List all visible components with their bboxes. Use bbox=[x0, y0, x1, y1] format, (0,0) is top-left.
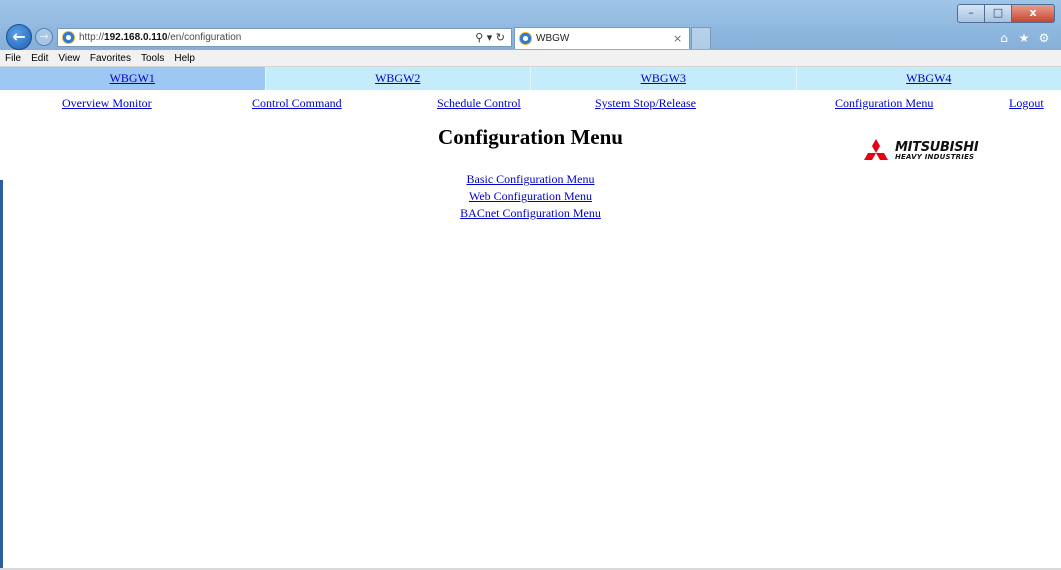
window-controls: – □ x bbox=[957, 4, 1055, 23]
tab-wbgw1[interactable]: WBGW1 bbox=[0, 67, 266, 90]
tab-title: WBGW bbox=[536, 33, 570, 44]
address-bar[interactable]: http://192.168.0.110/en/configuration ⚲ … bbox=[57, 28, 512, 47]
menu-file[interactable]: File bbox=[0, 53, 25, 64]
new-tab-button[interactable] bbox=[691, 27, 711, 49]
tab-wbgw3[interactable]: WBGW3 bbox=[531, 67, 797, 90]
mitsubishi-logo: MITSUBISHI HEAVY INDUSTRIES bbox=[861, 139, 991, 163]
nav-control-command[interactable]: Control Command bbox=[252, 96, 342, 111]
refresh-icon[interactable]: ↻ bbox=[496, 31, 505, 44]
dropdown-icon[interactable]: ▾ bbox=[487, 31, 493, 44]
menu-bar: File Edit View Favorites Tools Help bbox=[0, 50, 1061, 67]
star-icon[interactable]: ★ bbox=[1017, 31, 1031, 45]
back-arrow-icon[interactable]: ← bbox=[6, 24, 32, 50]
tab-close-icon[interactable]: × bbox=[673, 32, 689, 45]
nav-configuration-menu[interactable]: Configuration Menu bbox=[835, 96, 933, 111]
nav-schedule-control[interactable]: Schedule Control bbox=[437, 96, 521, 111]
web-configuration-link[interactable]: Web Configuration Menu bbox=[0, 188, 1061, 205]
bacnet-configuration-link[interactable]: BACnet Configuration Menu bbox=[0, 205, 1061, 222]
menu-help[interactable]: Help bbox=[168, 53, 199, 64]
logo-subtitle: HEAVY INDUSTRIES bbox=[895, 153, 975, 161]
browser-chrome: – □ x ← → http://192.168.0.110/en/config… bbox=[0, 0, 1061, 50]
ie-icon bbox=[62, 31, 75, 44]
browser-tab[interactable]: WBGW × bbox=[514, 27, 690, 49]
minimize-button[interactable]: – bbox=[957, 4, 985, 23]
tab-wbgw2[interactable]: WBGW2 bbox=[265, 67, 531, 90]
menu-tools[interactable]: Tools bbox=[135, 53, 168, 64]
nav-logout[interactable]: Logout bbox=[1009, 96, 1044, 111]
search-icon[interactable]: ⚲ bbox=[475, 31, 483, 44]
window-left-edge bbox=[0, 180, 3, 570]
gear-icon[interactable]: ⚙ bbox=[1037, 31, 1051, 45]
address-url[interactable]: http://192.168.0.110/en/configuration bbox=[79, 32, 461, 43]
close-button[interactable]: x bbox=[1012, 4, 1055, 23]
tab-wbgw4[interactable]: WBGW4 bbox=[796, 67, 1061, 90]
address-actions: ⚲ ▾ ↻ bbox=[461, 31, 511, 44]
forward-arrow-icon[interactable]: → bbox=[35, 28, 53, 46]
nav-overview-monitor[interactable]: Overview Monitor bbox=[62, 96, 152, 111]
menu-edit[interactable]: Edit bbox=[25, 53, 52, 64]
home-icon[interactable]: ⌂ bbox=[997, 31, 1011, 45]
nav-system-stop-release[interactable]: System Stop/Release bbox=[595, 96, 696, 111]
configuration-links: Basic Configuration Menu Web Configurati… bbox=[0, 171, 1061, 222]
page-content: WBGW1 WBGW2 WBGW3 WBGW4 Overview Monitor… bbox=[0, 67, 1061, 570]
basic-configuration-link[interactable]: Basic Configuration Menu bbox=[0, 171, 1061, 188]
menu-view[interactable]: View bbox=[52, 53, 84, 64]
main-nav: Overview Monitor Control Command Schedul… bbox=[0, 90, 1061, 110]
maximize-button[interactable]: □ bbox=[985, 4, 1012, 23]
three-diamonds-icon bbox=[864, 139, 888, 160]
menu-favorites[interactable]: Favorites bbox=[84, 53, 135, 64]
gateway-tabs: WBGW1 WBGW2 WBGW3 WBGW4 bbox=[0, 67, 1061, 90]
browser-tools: ⌂ ★ ⚙ bbox=[997, 31, 1051, 45]
tab-ie-icon bbox=[519, 32, 532, 45]
